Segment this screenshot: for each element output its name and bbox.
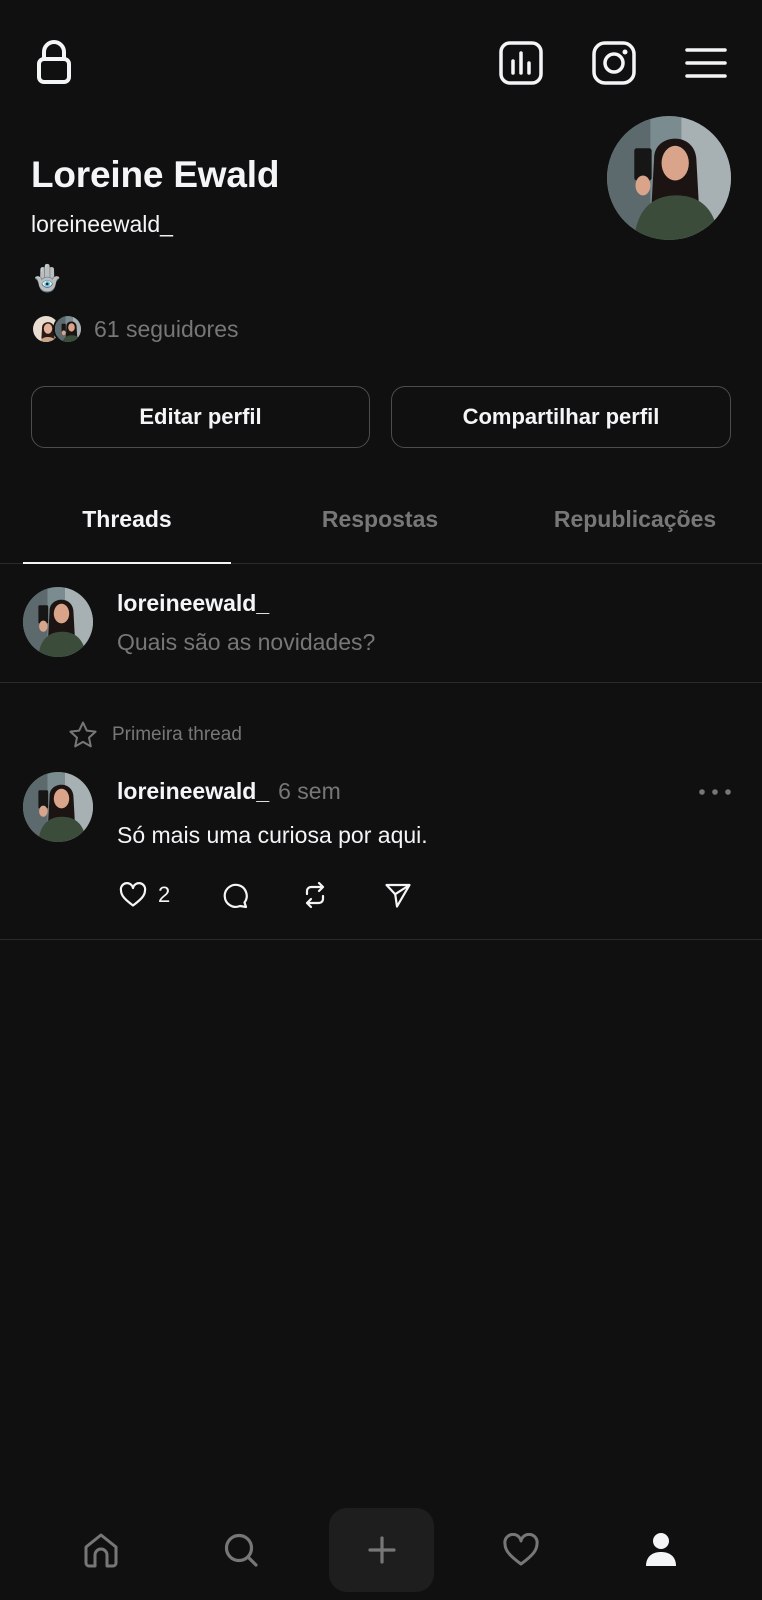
reply-button[interactable] [220,881,249,909]
search-icon[interactable] [201,1505,281,1595]
profile-bio: 🪬 [31,263,64,293]
followers-link[interactable]: 61 seguidores [31,312,239,346]
avatar [23,587,93,657]
insights-icon[interactable] [496,38,546,88]
top-bar [0,38,762,88]
post-text: Só mais uma curiosa por aqui. [117,822,428,848]
heart-icon [119,882,147,908]
active-tab-indicator [23,562,231,564]
share-profile-button[interactable]: Compartilhar perfil [391,386,731,448]
like-count: 2 [158,882,171,907]
profile-tabs: Threads Respostas Republicações [0,496,762,564]
plus-icon[interactable] [329,1508,434,1592]
tab-threads[interactable]: Threads [23,496,231,564]
bottom-nav [0,1505,762,1595]
lock-icon[interactable] [29,38,79,88]
edit-profile-button[interactable]: Editar perfil [31,386,370,448]
post-header: loreineewald_ 6 sem [117,778,341,805]
composer-placeholder[interactable]: Quais são as novidades? [117,629,375,656]
new-thread-composer[interactable]: loreineewald_ Quais são as novidades? [0,565,762,683]
like-button[interactable]: 2 [119,882,170,908]
post-timestamp: 6 sem [278,778,341,804]
post-actions: 2 [119,880,412,910]
tab-republicacoes[interactable]: Republicações [520,496,750,564]
profile-icon[interactable] [621,1505,701,1595]
more-options-icon[interactable] [698,788,732,796]
post-username[interactable]: loreineewald_ [117,778,269,805]
star-icon [68,720,98,750]
thread-post[interactable]: Primeira thread loreineewald_ 6 sem Só m… [0,684,762,940]
tab-respostas[interactable]: Respostas [260,496,500,564]
repost-icon [301,881,329,909]
profile-name: Loreine Ewald [31,154,280,195]
repost-button[interactable] [301,881,329,909]
instagram-icon[interactable] [589,38,639,88]
pinned-text: Primeira thread [112,724,242,745]
home-icon[interactable] [61,1505,141,1595]
send-icon [384,881,412,909]
follower-avatar [53,314,83,344]
profile-handle: loreineewald_ [31,211,173,237]
comment-icon [220,881,249,909]
composer-username: loreineewald_ [117,590,270,616]
followers-count: 61 seguidores [94,315,239,342]
avatar[interactable] [23,772,93,842]
share-button[interactable] [384,881,412,909]
pinned-label: Primeira thread [68,720,242,750]
heart-icon[interactable] [481,1505,561,1595]
profile-avatar[interactable] [607,116,731,240]
menu-icon[interactable] [681,38,731,88]
